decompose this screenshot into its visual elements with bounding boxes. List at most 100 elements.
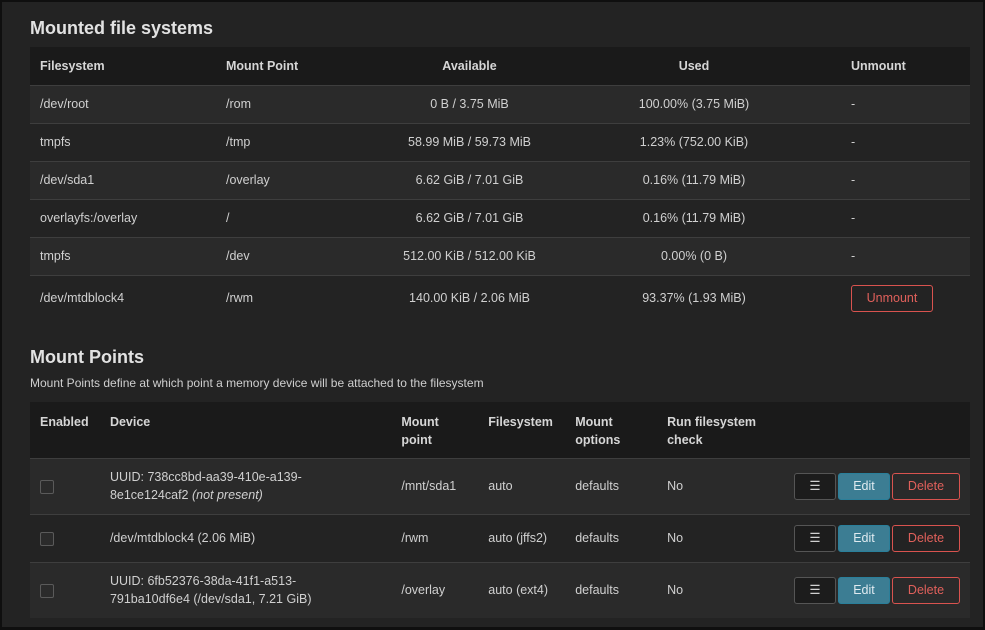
cell-mount-point: /rwm bbox=[401, 531, 429, 545]
cell-mount-point: /mnt/sda1 bbox=[401, 479, 457, 493]
menu-icon[interactable]: ☰ bbox=[794, 524, 836, 552]
cell-actions: ☰ Edit Delete bbox=[782, 458, 970, 514]
cell-fsck: No bbox=[667, 479, 684, 493]
cell-used: 0.00% (0 B) bbox=[660, 249, 727, 263]
device-line1: UUID: 738cc8bd-aa39-410e-a139- bbox=[109, 470, 302, 484]
col-mount-point: Mount Point bbox=[226, 58, 299, 73]
cell-unmount: - bbox=[851, 173, 856, 187]
edit-button[interactable]: Edit bbox=[838, 576, 890, 604]
cell-device: UUID: 738cc8bd-aa39-410e-a139- 8e1ce124ca… bbox=[100, 458, 391, 514]
col-mount-point-line1: Mount bbox=[401, 415, 439, 429]
cell-filesystem: auto (ext4) bbox=[488, 583, 549, 598]
col-device: Device bbox=[109, 415, 151, 429]
col-mount-options-line1: Mount bbox=[575, 415, 613, 429]
cell-mount-point: /overlay bbox=[226, 173, 270, 187]
col-actions bbox=[782, 402, 970, 458]
section-description: Mount Points define at which point a mem… bbox=[30, 376, 484, 390]
cell-available: 140.00 KiB / 2.06 MiB bbox=[409, 291, 530, 306]
cell-actions: ☰ Edit Delete bbox=[782, 514, 970, 562]
col-fsck-line1: Run filesystem bbox=[667, 415, 757, 429]
cell-filesystem: tmpfs bbox=[40, 135, 71, 149]
cell-filesystem: /dev/sda1 bbox=[40, 173, 95, 187]
menu-icon[interactable]: ☰ bbox=[794, 472, 836, 500]
cell-unmount: - bbox=[851, 97, 856, 111]
content-panel: Mounted file systems Filesystem Mount Po… bbox=[2, 2, 983, 627]
col-fsck: Run filesystem check bbox=[657, 402, 782, 458]
cell-unmount: - bbox=[851, 249, 856, 263]
delete-button[interactable]: Delete bbox=[892, 472, 960, 500]
table-row: /dev/root /rom 0 B / 3.75 MiB 100.00% (3… bbox=[30, 85, 970, 123]
section-title-mounted: Mounted file systems bbox=[30, 18, 214, 38]
cell-used: 93.37% (1.93 MiB) bbox=[642, 291, 746, 306]
cell-options: defaults bbox=[575, 583, 619, 598]
cell-options: defaults bbox=[575, 531, 619, 545]
mount-points-table: Enabled Device Mount point Filesystem Mou… bbox=[30, 402, 970, 618]
enabled-checkbox[interactable] bbox=[40, 583, 54, 598]
cell-used: 100.00% (3.75 MiB) bbox=[638, 97, 750, 111]
cell-filesystem: auto (jffs2) bbox=[488, 531, 548, 545]
edit-button[interactable]: Edit bbox=[838, 524, 890, 552]
cell-fsck: No bbox=[667, 531, 684, 545]
device-line2: 8e1ce124caf2 bbox=[109, 488, 192, 502]
col-mount-point: Mount point bbox=[391, 402, 478, 458]
col-available: Available bbox=[442, 58, 497, 73]
col-mount-options: Mount options bbox=[565, 402, 657, 458]
edit-button[interactable]: Edit bbox=[838, 472, 890, 500]
cell-available: 58.99 MiB / 59.73 MiB bbox=[408, 135, 531, 149]
table-row: /dev/mtdblock4 (2.06 MiB) /rwm auto (jff… bbox=[30, 514, 970, 562]
cell-device: UUID: 6fb52376-38da-41f1-a513- 791ba10df6… bbox=[100, 562, 391, 618]
col-mount-point-line2: point bbox=[401, 433, 432, 447]
table-row: overlayfs:/overlay / 6.62 GiB / 7.01 GiB… bbox=[30, 199, 970, 237]
table-row: /dev/sda1 /overlay 6.62 GiB / 7.01 GiB 0… bbox=[30, 161, 970, 199]
cell-enabled bbox=[30, 514, 100, 562]
cell-mount-point: /rwm bbox=[226, 291, 254, 306]
cell-mount-point: / bbox=[226, 211, 230, 225]
table-header-row: Filesystem Mount Point Available Used Un… bbox=[30, 47, 970, 85]
col-unmount: Unmount bbox=[851, 58, 906, 73]
cell-unmount: - bbox=[851, 135, 856, 149]
cell-actions: ☰ Edit Delete bbox=[782, 562, 970, 618]
col-mount-options-line2: options bbox=[575, 433, 621, 447]
cell-used: 0.16% (11.79 MiB) bbox=[642, 211, 746, 225]
cell-filesystem: overlayfs:/overlay bbox=[40, 211, 138, 225]
delete-button[interactable]: Delete bbox=[892, 576, 960, 604]
device-line1: UUID: 6fb52376-38da-41f1-a513- bbox=[109, 574, 297, 589]
table-row: tmpfs /tmp 58.99 MiB / 59.73 MiB 1.23% (… bbox=[30, 123, 970, 161]
cell-filesystem: /dev/mtdblock4 bbox=[40, 291, 125, 306]
cell-filesystem: auto bbox=[488, 479, 513, 493]
cell-unmount: Unmount bbox=[841, 275, 970, 321]
cell-mount-point: /rom bbox=[226, 97, 251, 111]
cell-device: /dev/mtdblock4 (2.06 MiB) bbox=[109, 531, 256, 545]
cell-mount-point: /dev bbox=[226, 249, 250, 263]
delete-button[interactable]: Delete bbox=[892, 524, 960, 552]
cell-options: defaults bbox=[575, 479, 619, 493]
device-line2: 791ba10df6e4 (/dev/sda1, 7.21 GiB) bbox=[109, 592, 312, 607]
cell-unmount: - bbox=[851, 211, 856, 225]
cell-used: 0.16% (11.79 MiB) bbox=[642, 173, 746, 187]
cell-available: 0 B / 3.75 MiB bbox=[430, 97, 509, 111]
menu-icon[interactable]: ☰ bbox=[794, 576, 836, 604]
cell-used: 1.23% (752.00 KiB) bbox=[639, 135, 749, 149]
section-title-mount-points: Mount Points bbox=[30, 347, 144, 367]
cell-enabled bbox=[30, 458, 100, 514]
cell-filesystem: tmpfs bbox=[40, 249, 71, 263]
mounted-filesystems-table: Filesystem Mount Point Available Used Un… bbox=[30, 47, 970, 321]
cell-fsck: No bbox=[667, 583, 684, 598]
col-fsck-line2: check bbox=[667, 433, 703, 447]
col-filesystem: Filesystem bbox=[40, 58, 105, 73]
cell-available: 6.62 GiB / 7.01 GiB bbox=[415, 173, 524, 187]
cell-enabled bbox=[30, 562, 100, 618]
table-row: /dev/mtdblock4 /rwm 140.00 KiB / 2.06 Mi… bbox=[30, 275, 970, 321]
cell-available: 6.62 GiB / 7.01 GiB bbox=[415, 211, 524, 225]
col-filesystem: Filesystem bbox=[488, 415, 553, 429]
cell-available: 512.00 KiB / 512.00 KiB bbox=[403, 249, 536, 263]
device-note: (not present) bbox=[191, 488, 263, 502]
unmount-button[interactable]: Unmount bbox=[851, 284, 933, 312]
enabled-checkbox[interactable] bbox=[40, 479, 54, 494]
enabled-checkbox[interactable] bbox=[40, 531, 54, 546]
col-enabled: Enabled bbox=[40, 415, 89, 429]
cell-mount-point: /tmp bbox=[226, 135, 251, 149]
table-row: UUID: 6fb52376-38da-41f1-a513- 791ba10df6… bbox=[30, 562, 970, 618]
table-header-row: Enabled Device Mount point Filesystem Mou… bbox=[30, 402, 970, 458]
col-used: Used bbox=[678, 58, 710, 73]
